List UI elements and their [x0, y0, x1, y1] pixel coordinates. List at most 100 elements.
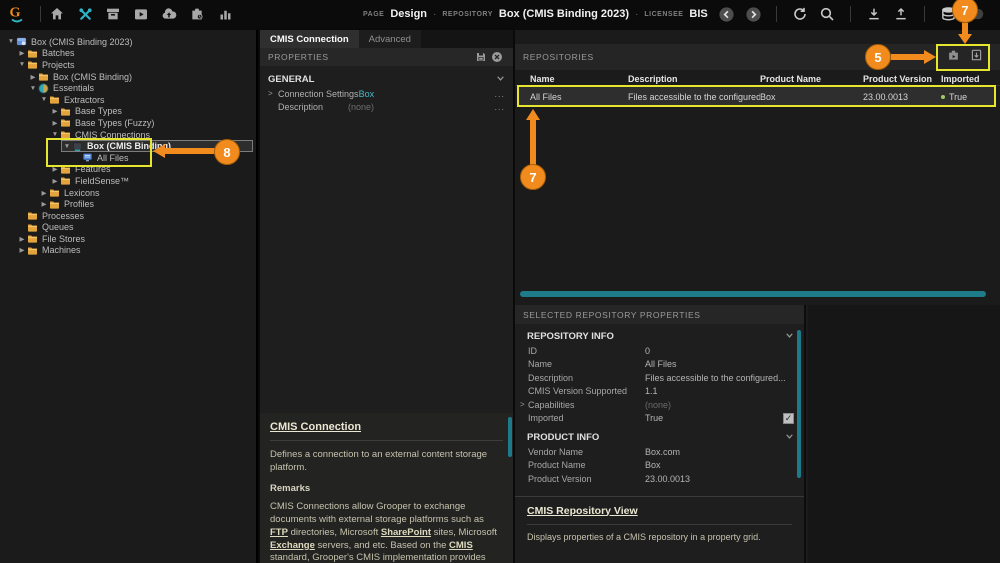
tree-expander-icon[interactable]: ▶: [50, 119, 60, 127]
tree-item-essentials[interactable]: ▼Essentials: [0, 82, 256, 94]
column-header-description[interactable]: Description: [628, 74, 760, 84]
tree-expander-icon[interactable]: ▼: [17, 61, 27, 68]
doc-link[interactable]: CMIS: [449, 540, 473, 551]
tree-expander-icon[interactable]: ▶: [39, 189, 49, 197]
property-value[interactable]: All Files: [645, 359, 804, 369]
help-scrollbar[interactable]: [508, 417, 512, 457]
chevron-down-icon[interactable]: [785, 331, 794, 342]
tree-expander-icon[interactable]: ▶: [50, 177, 60, 185]
help-title[interactable]: CMIS Repository View: [527, 505, 792, 517]
jobs-icon[interactable]: [187, 4, 207, 24]
tree-item-features[interactable]: ▶Features: [0, 164, 256, 176]
expander-icon[interactable]: >: [515, 400, 528, 409]
page-value[interactable]: Design: [390, 8, 427, 20]
chevron-down-icon[interactable]: [785, 432, 794, 443]
close-icon[interactable]: [489, 50, 505, 64]
column-header-imported[interactable]: Imported: [941, 74, 1000, 84]
property-value[interactable]: 0: [645, 346, 804, 356]
selected-repository-scrollbar[interactable]: [797, 330, 801, 478]
tree-item-extractors[interactable]: ▼Extractors: [0, 94, 256, 106]
back-icon[interactable]: [716, 4, 736, 24]
section-general[interactable]: GENERAL: [260, 72, 513, 87]
refresh-icon[interactable]: [790, 4, 810, 24]
tree-item-file-stores[interactable]: ▶File Stores: [0, 233, 256, 245]
home-icon[interactable]: [47, 4, 67, 24]
repository-value[interactable]: Box (CMIS Binding 2023): [499, 8, 629, 20]
doc-link[interactable]: SharePoint: [381, 527, 431, 538]
property-value[interactable]: (none): [348, 102, 493, 112]
tree-item-base-types-fuzzy[interactable]: ▶Base Types (Fuzzy): [0, 117, 256, 129]
property-value[interactable]: Box: [359, 89, 493, 99]
column-header-product-name[interactable]: Product Name: [760, 74, 863, 84]
property-value[interactable]: Files accessible to the configured...: [645, 373, 804, 383]
property-value[interactable]: (none): [645, 400, 804, 410]
folder-icon: [27, 234, 40, 243]
tree-expander-icon[interactable]: ▼: [28, 85, 38, 92]
save-icon[interactable]: [473, 50, 489, 64]
tree-expander-icon[interactable]: ▶: [50, 165, 60, 173]
imported-checkbox[interactable]: ✓: [783, 413, 794, 424]
folder-icon: [49, 188, 62, 197]
tree-item-base-types[interactable]: ▶Base Types: [0, 106, 256, 118]
tree-item-machines[interactable]: ▶Machines: [0, 245, 256, 257]
section-repository-info[interactable]: REPOSITORY INFO: [515, 329, 804, 344]
text-run: standard, Grooper's CMIS implementation …: [270, 552, 490, 563]
property-value[interactable]: True: [645, 413, 783, 423]
doc-link[interactable]: FTP: [270, 527, 288, 538]
tab-cmis-connection[interactable]: CMIS Connection: [260, 30, 359, 48]
column-header-product-version[interactable]: Product Version: [863, 74, 941, 84]
tree-item-processes[interactable]: Processes: [0, 210, 256, 222]
tree-expander-icon[interactable]: ▼: [62, 143, 72, 150]
tree-item-profiles[interactable]: ▶Profiles: [0, 198, 256, 210]
grooper-logo[interactable]: G: [0, 3, 34, 25]
help-summary: Defines a connection to an external cont…: [270, 449, 503, 474]
tree-item-batches[interactable]: ▶Batches: [0, 48, 256, 60]
tree-expander-icon[interactable]: ▶: [28, 73, 38, 81]
tree-item-fieldsense[interactable]: ▶FieldSense™: [0, 175, 256, 187]
cell-name: All Files: [530, 92, 628, 102]
help-title[interactable]: CMIS Connection: [270, 421, 503, 433]
section-product-info[interactable]: PRODUCT INFO: [515, 430, 804, 445]
tree-item-queues[interactable]: Queues: [0, 222, 256, 234]
forward-icon[interactable]: [743, 4, 763, 24]
folder-icon: [60, 130, 73, 139]
repository-row-all-files[interactable]: All Files Files accessible to the config…: [519, 87, 994, 106]
more-button[interactable]: ...: [493, 89, 513, 99]
tree-item-cmis-connections[interactable]: ▼CMIS Connections: [0, 129, 256, 141]
tree-item-box-cmis-binding[interactable]: ▶Box (CMIS Binding): [0, 71, 256, 83]
review-icon[interactable]: [131, 4, 151, 24]
upload-icon[interactable]: [891, 4, 911, 24]
tree-expander-icon[interactable]: ▶: [17, 246, 27, 254]
tree-expander-icon[interactable]: ▼: [6, 38, 16, 45]
property-value[interactable]: 23.00.0013: [645, 474, 804, 484]
tab-advanced[interactable]: Advanced: [359, 30, 421, 48]
chevron-down-icon[interactable]: [496, 74, 505, 85]
doc-link[interactable]: Exchange: [270, 540, 315, 551]
property-value[interactable]: 1.1: [645, 386, 804, 396]
search-icon[interactable]: [817, 4, 837, 24]
tree-expander-icon[interactable]: ▶: [39, 200, 49, 208]
tree-item-box-cmis-binding-2023[interactable]: ▼Box (CMIS Binding 2023): [0, 36, 256, 48]
tree-expander-icon[interactable]: ▶: [17, 49, 27, 57]
folder-icon: [27, 211, 40, 220]
cloud-upload-icon[interactable]: [159, 4, 179, 24]
property-value[interactable]: Box.com: [645, 447, 804, 457]
download-icon[interactable]: [864, 4, 884, 24]
panel-splitter[interactable]: [520, 291, 986, 297]
test-connection-icon[interactable]: [946, 48, 961, 67]
tree-expander-icon[interactable]: ▶: [50, 107, 60, 115]
tree-expander-icon[interactable]: ▼: [39, 96, 49, 103]
tree-expander-icon[interactable]: ▼: [50, 131, 60, 138]
tree-item-projects[interactable]: ▼Projects: [0, 59, 256, 71]
property-value[interactable]: Box: [645, 460, 804, 470]
tree-item-core: ▶Base Types (Fuzzy): [50, 117, 154, 129]
stats-icon[interactable]: [215, 4, 235, 24]
batches-icon[interactable]: [103, 4, 123, 24]
import-repository-icon[interactable]: [969, 48, 984, 67]
tree-expander-icon[interactable]: ▶: [17, 235, 27, 243]
tree-item-lexicons[interactable]: ▶Lexicons: [0, 187, 256, 199]
column-header-name[interactable]: Name: [530, 74, 628, 84]
expander-icon[interactable]: >: [260, 89, 278, 98]
design-tools-icon[interactable]: [75, 4, 95, 24]
more-button[interactable]: ...: [493, 102, 513, 112]
